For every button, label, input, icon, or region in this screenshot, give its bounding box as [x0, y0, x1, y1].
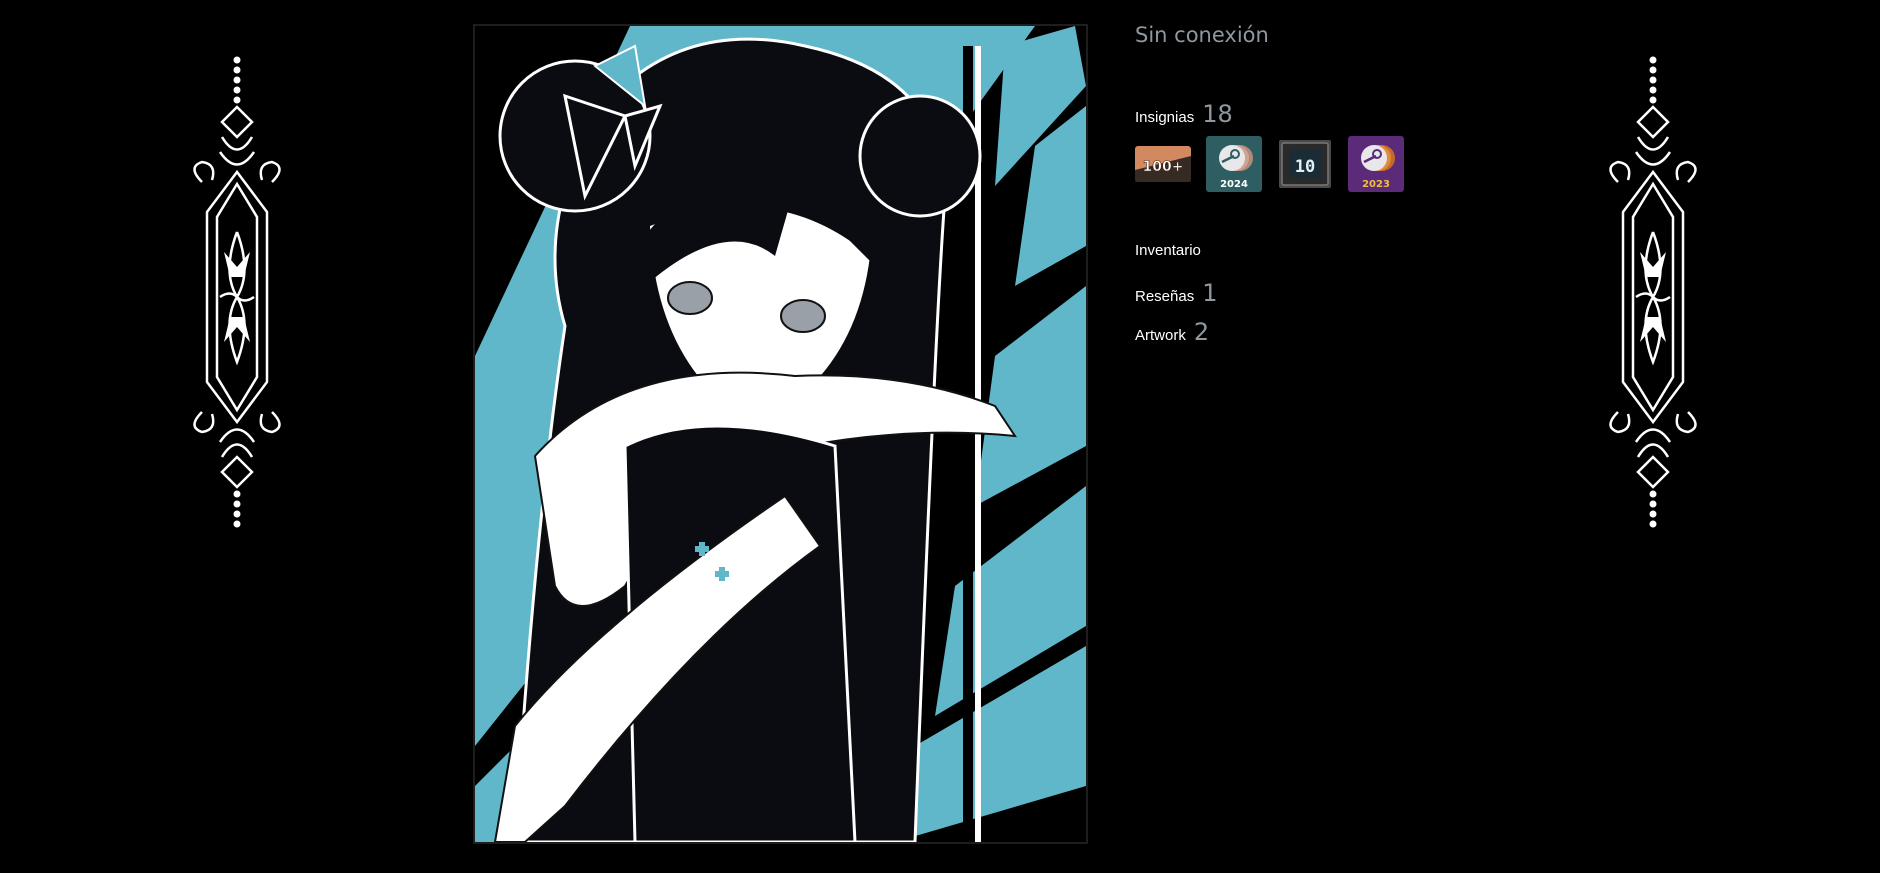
artwork-label[interactable]: Artwork: [1135, 327, 1186, 344]
badges-header[interactable]: Insignias 18: [1135, 102, 1495, 126]
ornament-right-icon: [1609, 56, 1697, 528]
badges-section: Insignias 18 100+ 2024 10 2023: [1135, 102, 1495, 192]
reviews-count[interactable]: 1: [1202, 281, 1217, 305]
ornament-left-icon: [193, 56, 281, 528]
badges-label[interactable]: Insignias: [1135, 109, 1194, 126]
badge-100-plus[interactable]: 100+: [1135, 136, 1191, 192]
badge-100-text: 100+: [1143, 159, 1184, 175]
inventory-label[interactable]: Inventario: [1135, 242, 1201, 259]
profile-page: Sin conexión Insignias 18 100+ 2024 10 2…: [0, 0, 1880, 873]
featured-artwork[interactable]: [473, 24, 1088, 844]
reviews-label[interactable]: Reseñas: [1135, 288, 1194, 305]
link-reviews[interactable]: Reseñas 1: [1135, 281, 1495, 320]
badge-steam-2023[interactable]: 2023: [1348, 136, 1404, 192]
artwork-count[interactable]: 2: [1194, 320, 1209, 344]
link-inventory[interactable]: Inventario: [1135, 242, 1495, 281]
online-status: Sin conexión: [1135, 23, 1269, 47]
badge-years-10[interactable]: 10: [1277, 136, 1333, 192]
badge-2024-text: 2024: [1220, 179, 1248, 190]
badge-steam-2024[interactable]: 2024: [1206, 136, 1262, 192]
artwork-illustration: [475, 26, 1086, 842]
link-artwork[interactable]: Artwork 2: [1135, 320, 1495, 359]
badge-10-text: 10: [1295, 157, 1315, 177]
badge-2023-text: 2023: [1362, 179, 1390, 190]
profile-sidebar: Sin conexión Insignias 18 100+ 2024 10 2…: [1135, 20, 1495, 359]
badge-list: 100+ 2024 10 2023: [1135, 136, 1495, 192]
profile-links: Inventario Reseñas 1 Artwork 2: [1135, 242, 1495, 359]
badges-count[interactable]: 18: [1202, 102, 1233, 126]
